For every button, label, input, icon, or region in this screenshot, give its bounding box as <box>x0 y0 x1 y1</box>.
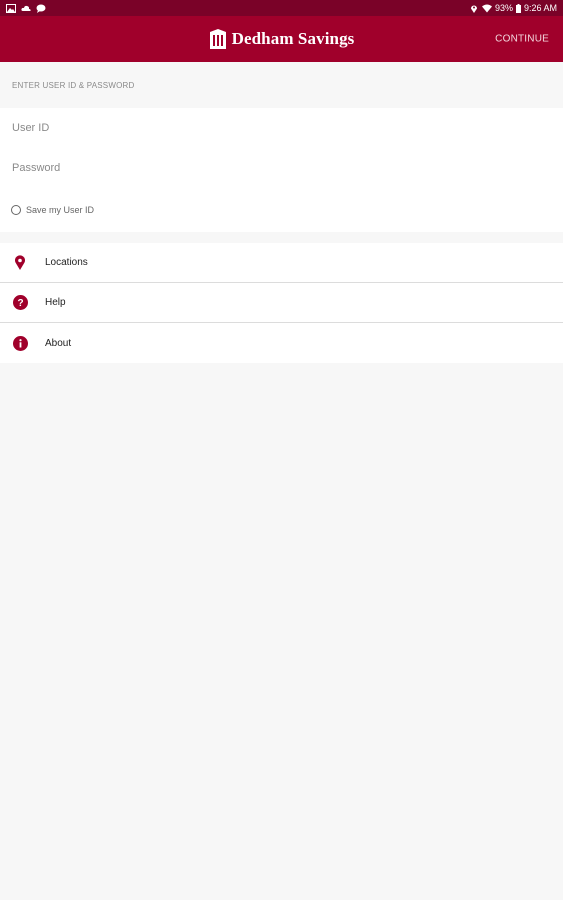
clock: 9:26 AM <box>523 3 557 13</box>
info-icon <box>12 335 28 351</box>
menu-item-locations[interactable]: Locations <box>0 243 563 283</box>
location-status-icon <box>470 5 477 13</box>
login-form: Save my User ID <box>0 108 563 232</box>
battery-percent: 93% <box>494 3 513 13</box>
password-row <box>0 148 563 188</box>
wifi-icon <box>481 4 492 12</box>
menu-item-about[interactable]: About <box>0 323 563 363</box>
image-icon <box>6 3 16 13</box>
save-user-id-label: Save my User ID <box>26 205 95 215</box>
continue-button[interactable]: CONTINUE <box>495 34 549 45</box>
chat-icon <box>36 4 46 13</box>
status-bar: 93% 9:26 AM <box>0 0 563 16</box>
app-title: Dedham Savings <box>231 29 355 48</box>
battery-icon <box>515 3 521 13</box>
save-user-id-radio[interactable] <box>11 205 21 215</box>
save-user-id-option[interactable]: Save my User ID <box>0 188 563 232</box>
menu-list: Locations ? Help About <box>0 243 563 363</box>
cloud-icon <box>21 5 31 11</box>
menu-item-label: About <box>45 337 72 349</box>
menu-item-label: Help <box>45 297 66 308</box>
password-input[interactable] <box>12 162 563 174</box>
system-status: 93% 9:26 AM <box>469 3 557 13</box>
user-id-input[interactable] <box>12 122 563 134</box>
bank-logo-icon <box>209 29 226 49</box>
svg-text:?: ? <box>17 298 23 309</box>
notification-icons <box>6 3 46 13</box>
brand: Dedham Savings <box>209 29 355 49</box>
menu-item-label: Locations <box>45 257 88 268</box>
location-pin-icon <box>12 255 28 271</box>
app-bar: Dedham Savings CONTINUE <box>0 16 563 62</box>
login-section-header: ENTER USER ID & PASSWORD <box>12 80 135 90</box>
menu-item-help[interactable]: ? Help <box>0 283 563 323</box>
user-id-row <box>0 108 563 148</box>
help-icon: ? <box>12 295 28 311</box>
